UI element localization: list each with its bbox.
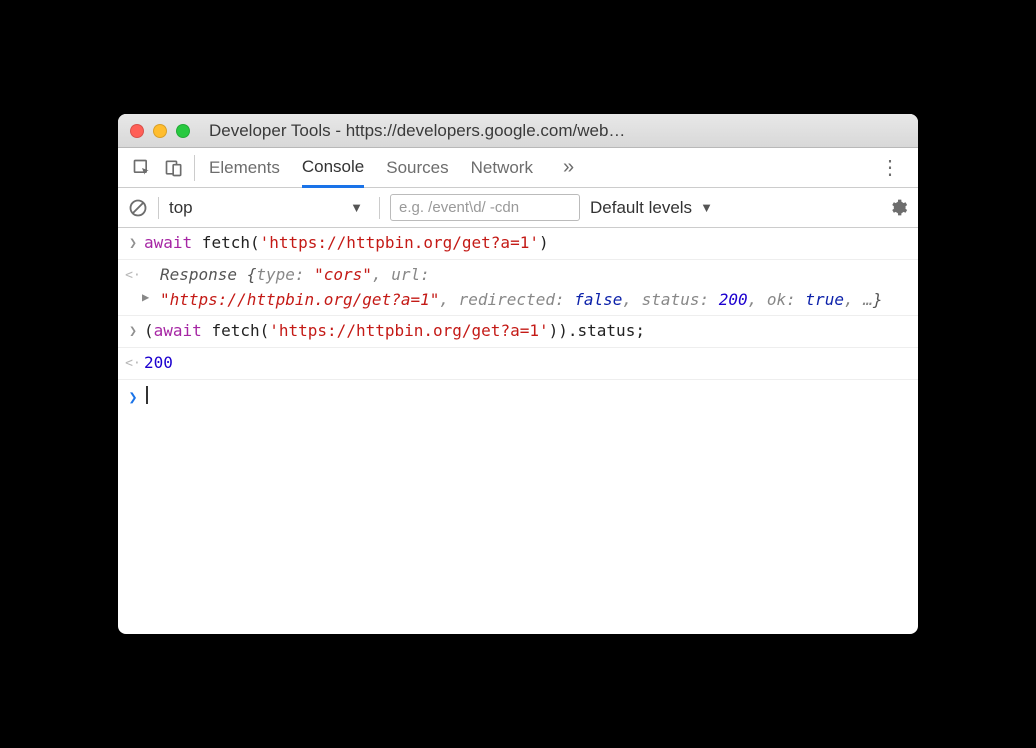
- more-menu-icon[interactable]: ⋮: [876, 155, 904, 180]
- tab-network[interactable]: Network: [471, 148, 533, 187]
- return-icon: <·: [124, 263, 142, 313]
- console-result-line: <· ▶ Response {type: "cors", url: "https…: [118, 260, 918, 317]
- minimize-button[interactable]: [153, 124, 167, 138]
- disclosure-triangle-icon[interactable]: ▶: [142, 288, 156, 307]
- result-value: 200: [142, 351, 910, 376]
- context-label: top: [169, 198, 193, 218]
- console-toolbar: top ▼ Default levels ▼: [118, 188, 918, 228]
- zoom-button[interactable]: [176, 124, 190, 138]
- close-button[interactable]: [130, 124, 144, 138]
- tab-elements[interactable]: Elements: [209, 148, 280, 187]
- divider: [158, 197, 159, 219]
- tabs-overflow-button[interactable]: »: [555, 156, 582, 179]
- tab-console[interactable]: Console: [302, 149, 364, 188]
- chevron-down-icon: ▼: [700, 200, 713, 215]
- divider: [379, 197, 380, 219]
- filter-input[interactable]: [390, 194, 580, 221]
- inspect-icon[interactable]: [132, 158, 152, 178]
- code-line: (await fetch('https://httpbin.org/get?a=…: [142, 319, 910, 344]
- tab-sources[interactable]: Sources: [386, 148, 448, 187]
- device-toggle-icon[interactable]: [164, 158, 184, 178]
- prompt-icon: ❯: [124, 231, 142, 256]
- levels-label: Default levels: [590, 198, 692, 218]
- console-input-line: ❯ await fetch('https://httpbin.org/get?a…: [118, 228, 918, 260]
- devtools-window: Developer Tools - https://developers.goo…: [118, 114, 918, 634]
- prompt-icon: ❯: [124, 319, 142, 344]
- console-result-line: <· 200: [118, 348, 918, 380]
- titlebar: Developer Tools - https://developers.goo…: [118, 114, 918, 148]
- clear-console-icon[interactable]: [128, 198, 148, 218]
- window-title: Developer Tools - https://developers.goo…: [199, 121, 906, 141]
- code-line: await fetch('https://httpbin.org/get?a=1…: [142, 231, 910, 256]
- return-icon: <·: [124, 351, 142, 376]
- prompt-icon: ❯: [124, 383, 142, 409]
- execution-context-select[interactable]: top ▼: [169, 198, 369, 218]
- input-caret[interactable]: [142, 383, 910, 409]
- console-input-line: ❯ (await fetch('https://httpbin.org/get?…: [118, 316, 918, 348]
- console-output[interactable]: ❯ await fetch('https://httpbin.org/get?a…: [118, 228, 918, 634]
- log-levels-select[interactable]: Default levels ▼: [590, 198, 713, 218]
- console-active-prompt[interactable]: ❯: [118, 380, 918, 412]
- object-preview[interactable]: ▶ Response {type: "cors", url: "https://…: [142, 263, 910, 313]
- gear-icon[interactable]: [889, 198, 908, 217]
- chevron-down-icon: ▼: [350, 200, 363, 215]
- panel-tabbar: Elements Console Sources Network » ⋮: [118, 148, 918, 188]
